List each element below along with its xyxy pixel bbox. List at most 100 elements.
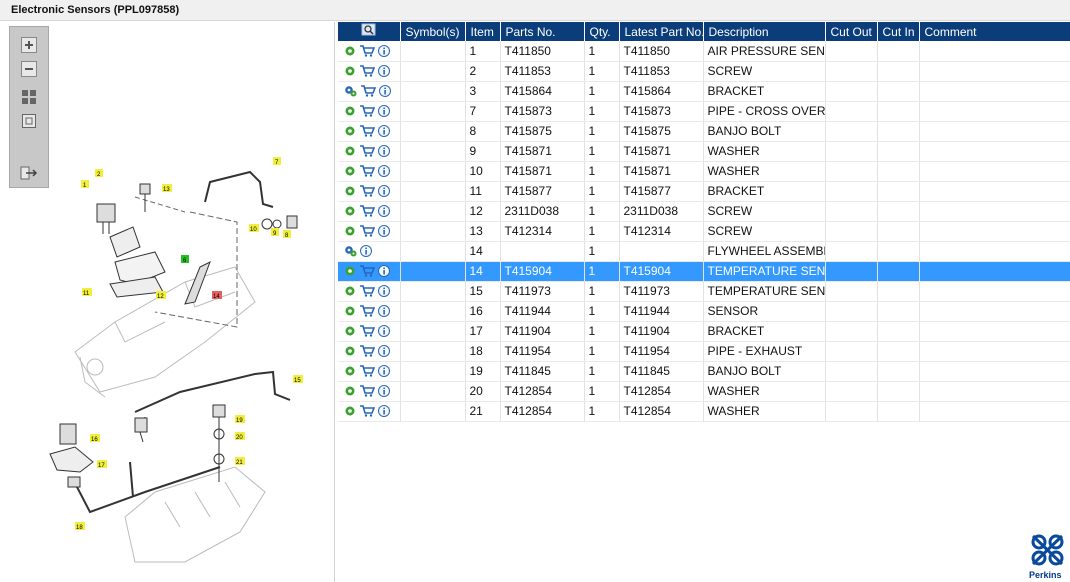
table-row[interactable]: 10 T415871 1 T415871 WASHER [338, 161, 1070, 182]
table-row[interactable]: 12 2311D038 1 2311D038 SCREW [338, 201, 1070, 222]
info-icon[interactable] [378, 385, 390, 397]
gear-icon[interactable] [344, 145, 356, 157]
callout-17[interactable]: 17 [97, 460, 107, 469]
cart-icon[interactable] [359, 385, 375, 397]
callout-19[interactable]: 19 [235, 415, 245, 424]
table-row[interactable]: 17 T411904 1 T411904 BRACKET [338, 321, 1070, 342]
diagram-pane[interactable]: 1 2 13 7 10 9 8 6 11 12 14 15 19 20 16 2… [5, 22, 335, 582]
table-row[interactable]: 13 T412314 1 T412314 SCREW [338, 221, 1070, 242]
gear-icon[interactable] [344, 265, 356, 277]
table-row[interactable]: 14T4159041T415904TEMPERATURE SENSOR [338, 261, 1070, 282]
cart-icon[interactable] [359, 265, 375, 277]
info-icon[interactable] [378, 145, 390, 157]
info-icon[interactable] [360, 245, 372, 257]
cart-icon[interactable] [360, 85, 376, 97]
info-icon[interactable] [378, 305, 390, 317]
cart-icon[interactable] [359, 205, 375, 217]
table-row[interactable]: 19 T411845 1 T411845 BANJO BOLT [338, 361, 1070, 382]
gear-icon[interactable] [344, 385, 356, 397]
info-icon[interactable] [378, 125, 390, 137]
column-cut-out[interactable]: Cut Out [825, 22, 878, 41]
callout-10[interactable]: 10 [249, 224, 259, 233]
gear-icon[interactable] [344, 405, 356, 417]
table-row[interactable]: 16 T411944 1 T411944 SENSOR [338, 301, 1070, 322]
gear-icon[interactable] [344, 65, 356, 77]
column-latest-part-no[interactable]: Latest Part No. [619, 22, 705, 41]
gear-icon[interactable] [344, 365, 356, 377]
zoom-in-icon[interactable] [18, 35, 40, 55]
cart-icon[interactable] [359, 285, 375, 297]
callout-21[interactable]: 21 [235, 457, 245, 466]
table-row[interactable]: 1T4118501T411850AIR PRESSURE SENSOR [338, 41, 1070, 62]
info-icon[interactable] [378, 205, 390, 217]
column-qty[interactable]: Qty. [584, 22, 620, 41]
column-comment[interactable]: Comment [919, 22, 1070, 41]
gear-icon[interactable] [344, 325, 356, 337]
column-parts-no[interactable]: Parts No. [500, 22, 585, 41]
callout-14[interactable]: 14 [212, 291, 222, 300]
gear-icon[interactable] [344, 125, 356, 137]
info-icon[interactable] [378, 65, 390, 77]
actual-size-icon[interactable] [18, 111, 40, 131]
column-symbols[interactable]: Symbol(s) [400, 22, 466, 41]
assembly-gears-icon[interactable] [344, 85, 357, 97]
gear-icon[interactable] [344, 205, 356, 217]
callout-15[interactable]: 15 [293, 375, 303, 384]
table-row[interactable]: 11 T415877 1 T415877 BRACKET [338, 181, 1070, 202]
callout-18[interactable]: 18 [75, 522, 85, 531]
info-icon[interactable] [378, 105, 390, 117]
callout-12[interactable]: 12 [156, 291, 166, 300]
callout-16[interactable]: 16 [90, 434, 100, 443]
callout-2[interactable]: 2 [95, 169, 103, 178]
info-icon[interactable] [378, 225, 390, 237]
cart-icon[interactable] [359, 365, 375, 377]
table-row[interactable]: 21 T412854 1 T412854 WASHER [338, 401, 1070, 422]
column-description[interactable]: Description [703, 22, 826, 41]
table-row[interactable]: 20 T412854 1 T412854 WASHER [338, 381, 1070, 402]
info-icon[interactable] [378, 265, 390, 277]
info-icon[interactable] [378, 165, 390, 177]
gear-icon[interactable] [344, 45, 356, 57]
column-item[interactable]: Item [465, 22, 501, 41]
table-row[interactable]: 8 T415875 1 T415875 BANJO BOLT [338, 121, 1070, 142]
cart-icon[interactable] [359, 225, 375, 237]
cart-icon[interactable] [359, 125, 375, 137]
gear-icon[interactable] [344, 305, 356, 317]
cart-icon[interactable] [359, 65, 375, 77]
assembly-gears-icon[interactable] [344, 245, 357, 257]
callout-1[interactable]: 1 [81, 180, 89, 189]
cart-icon[interactable] [359, 325, 375, 337]
gear-icon[interactable] [344, 345, 356, 357]
callout-11[interactable]: 11 [82, 288, 92, 297]
cart-icon[interactable] [359, 185, 375, 197]
exploded-diagram[interactable]: 1 2 13 7 10 9 8 6 11 12 14 15 19 20 16 2… [5, 22, 335, 582]
gear-icon[interactable] [344, 165, 356, 177]
column-search[interactable] [338, 22, 401, 41]
table-row[interactable]: 15T4119731T411973TEMPERATURE SENSOR [338, 281, 1070, 302]
info-icon[interactable] [378, 345, 390, 357]
info-icon[interactable] [378, 365, 390, 377]
zoom-out-icon[interactable] [18, 59, 40, 79]
callout-9[interactable]: 9 [271, 228, 279, 237]
info-icon[interactable] [378, 185, 390, 197]
callout-13[interactable]: 13 [162, 184, 172, 193]
fit-grid-icon[interactable] [18, 87, 40, 107]
info-icon[interactable] [379, 85, 391, 97]
table-row[interactable]: 18 T411954 1 T411954 PIPE - EXHAUST [338, 341, 1070, 362]
table-row[interactable]: 14 1 FLYWHEEL ASSEMBLY [338, 241, 1070, 262]
column-cut-in[interactable]: Cut In [877, 22, 920, 41]
table-row[interactable]: 7 T415873 1 T415873 PIPE - CROSS OVER [338, 101, 1070, 122]
cart-icon[interactable] [359, 345, 375, 357]
table-row[interactable]: 9 T415871 1 T415871 WASHER [338, 141, 1070, 162]
cart-icon[interactable] [359, 405, 375, 417]
search-icon[interactable] [361, 23, 377, 37]
info-icon[interactable] [378, 285, 390, 297]
table-row[interactable]: 2 T411853 1 T411853 SCREW [338, 61, 1070, 82]
info-icon[interactable] [378, 405, 390, 417]
export-icon[interactable] [18, 163, 40, 183]
cart-icon[interactable] [359, 44, 375, 57]
table-row[interactable]: 3 T415864 1 T415864 BRACKET [338, 81, 1070, 102]
gear-icon[interactable] [344, 105, 356, 117]
cart-icon[interactable] [359, 105, 375, 117]
callout-8[interactable]: 8 [283, 230, 291, 239]
